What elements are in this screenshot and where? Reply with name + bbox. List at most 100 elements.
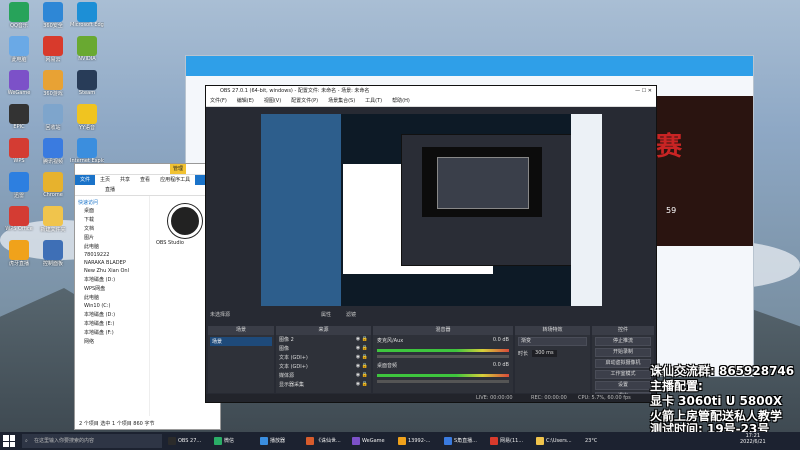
- source-item[interactable]: 显示器采集 ◉ 🔒: [276, 380, 371, 389]
- desktop-icon[interactable]: 虎牙直播: [2, 240, 36, 267]
- clock[interactable]: 17:21 2022/6/21: [740, 433, 766, 445]
- taskbar-app[interactable]: WeGame: [352, 432, 396, 450]
- explorer-tab[interactable]: 共享: [115, 175, 136, 185]
- control-button[interactable]: 开始录制: [595, 348, 651, 357]
- transition-select[interactable]: 渐变: [518, 337, 587, 346]
- visibility-lock-icons[interactable]: ◉ 🔒: [356, 354, 368, 361]
- nav-item[interactable]: WPS网盘: [78, 284, 146, 293]
- source-item[interactable]: 媒体源 ◉ 🔒: [276, 371, 371, 380]
- visibility-lock-icons[interactable]: ◉ 🔒: [356, 372, 368, 379]
- desktop-icon[interactable]: EPIC: [2, 104, 36, 130]
- nav-item[interactable]: 文档: [78, 224, 146, 233]
- mixer-desktop-slider[interactable]: [377, 380, 509, 383]
- explorer-tab[interactable]: 查看: [135, 175, 156, 185]
- obs-menu-item[interactable]: 编辑(E): [237, 98, 254, 104]
- taskbar-app[interactable]: 13992-...: [398, 432, 442, 450]
- explorer-tab[interactable]: 文件: [75, 175, 96, 185]
- desktop-icon[interactable]: Microsoft Edge: [70, 2, 104, 28]
- desktop-icon[interactable]: 迅雷: [2, 172, 36, 199]
- source-item[interactable]: 文本 (GDI+) ◉ 🔒: [276, 353, 371, 362]
- desktop-icon[interactable]: 此电脑: [2, 36, 36, 63]
- preview-qq: [571, 114, 602, 306]
- nav-item[interactable]: NARAKA BLADEP: [78, 259, 146, 267]
- desktop-icon[interactable]: Steam: [70, 70, 104, 96]
- visibility-lock-icons[interactable]: ◉ 🔒: [356, 381, 368, 388]
- taskbar: ⌕ 在这里输入你要搜索的内容 OBS 27... 微信 播放器 《诛仙世... WeGa…: [0, 432, 800, 450]
- obs-menu-item[interactable]: 文件(F): [210, 98, 227, 104]
- obs-menu-item[interactable]: 帮助(H): [392, 98, 410, 104]
- desktop-icon[interactable]: WPS: [2, 138, 36, 164]
- visibility-lock-icons[interactable]: ◉ 🔒: [356, 363, 368, 370]
- control-button[interactable]: 设置: [595, 381, 651, 390]
- duration-input[interactable]: 300 ms: [532, 350, 557, 357]
- start-button[interactable]: [3, 435, 15, 447]
- desktop-icon[interactable]: 360游戏: [36, 70, 70, 97]
- explorer-manage-tab[interactable]: 管理: [170, 164, 187, 174]
- taskbar-app[interactable]: 《诛仙世...: [306, 432, 350, 450]
- quick-access[interactable]: 快速访问: [78, 199, 146, 206]
- source-item[interactable]: 图像 2 ◉ 🔒: [276, 335, 371, 344]
- window-controls[interactable]: — ☐ ✕: [635, 86, 652, 96]
- desktop-icon-label: NVIDIA: [78, 56, 96, 62]
- taskbar-search[interactable]: ⌕ 在这里输入你要搜索的内容: [22, 434, 162, 448]
- explorer-tab[interactable]: 应用程序工具: [155, 175, 196, 185]
- desktop-icon[interactable]: WPS Office: [2, 206, 36, 232]
- nav-item[interactable]: 此电脑: [78, 242, 146, 251]
- taskbar-app[interactable]: S角直播...: [444, 432, 488, 450]
- control-button[interactable]: 工作室模式: [595, 370, 651, 379]
- nav-item[interactable]: 图片: [78, 233, 146, 242]
- source-item[interactable]: 文本 (GDI+) ◉ 🔒: [276, 362, 371, 371]
- nav-item[interactable]: 此电脑: [78, 293, 146, 302]
- obs-menu-item[interactable]: 场景集合(S): [328, 98, 355, 104]
- taskbar-app[interactable]: 网易(11...: [490, 432, 534, 450]
- obs-menu-item[interactable]: 工具(T): [365, 98, 382, 104]
- taskbar-app-label: 13992-...: [408, 438, 431, 444]
- nav-item[interactable]: 78019222: [78, 251, 146, 259]
- desktop-icon[interactable]: 网易云: [36, 36, 70, 63]
- desktop-icon[interactable]: Internet Explorer: [70, 138, 104, 164]
- explorer-tab[interactable]: 主页: [95, 175, 116, 185]
- desktop-icon[interactable]: 回收站: [36, 104, 70, 131]
- file-explorer-window[interactable]: 管理 文件 主页 共享 查看 应用程序工具 直播 快速访问 桌面 下载 文档 图片 此电脑 780…: [74, 163, 221, 430]
- desktop-icon-label: 360安全: [43, 23, 63, 29]
- desktop-icon[interactable]: 腾讯视频: [36, 138, 70, 165]
- control-button[interactable]: 停止推流: [595, 337, 651, 346]
- visibility-lock-icons[interactable]: ◉ 🔒: [356, 345, 368, 352]
- obs-preview[interactable]: [261, 114, 602, 306]
- nav-item[interactable]: 桌面: [78, 206, 146, 215]
- obs-file-icon[interactable]: [168, 204, 202, 238]
- desktop-icon[interactable]: NVIDIA: [70, 36, 104, 62]
- desktop-icon[interactable]: YY语音: [70, 104, 104, 131]
- obs-properties-button[interactable]: 属性: [321, 311, 331, 318]
- visibility-lock-icons[interactable]: ◉ 🔒: [356, 336, 368, 343]
- obs-menu-item[interactable]: 视图(V): [264, 98, 281, 104]
- nav-item[interactable]: 本地磁盘 (D:): [78, 275, 146, 284]
- app-icon: [9, 138, 29, 158]
- mixer-mic-slider[interactable]: [377, 355, 509, 358]
- desktop-icon[interactable]: Chrome: [36, 172, 70, 198]
- explorer-address-bar[interactable]: 直播: [75, 185, 220, 196]
- obs-window[interactable]: OBS 27.0.1 (64-bit, windows) - 配置文件: 未命名…: [205, 85, 657, 403]
- nav-item[interactable]: 本地磁盘 (E:): [78, 319, 146, 328]
- nav-item[interactable]: New Zhu Xian Onl: [78, 267, 146, 275]
- taskbar-app[interactable]: C:\Users...: [536, 432, 580, 450]
- nav-item[interactable]: 本地磁盘 (D:): [78, 310, 146, 319]
- obs-filters-button[interactable]: 滤镜: [346, 311, 356, 318]
- weather-temp[interactable]: 23°C: [585, 432, 597, 450]
- taskbar-app[interactable]: 播放器: [260, 432, 304, 450]
- scene-item[interactable]: 场景: [210, 337, 272, 346]
- desktop-icon[interactable]: 新建文件夹: [36, 206, 70, 233]
- desktop-icon[interactable]: WeGame: [2, 70, 36, 96]
- nav-item[interactable]: 下载: [78, 215, 146, 224]
- desktop-icon[interactable]: 控制面板: [36, 240, 70, 267]
- taskbar-app[interactable]: OBS 27...: [168, 432, 212, 450]
- desktop-icon[interactable]: 360安全: [36, 2, 70, 29]
- obs-menu-item[interactable]: 配置文件(P): [291, 98, 318, 104]
- nav-item[interactable]: 网络: [78, 337, 146, 346]
- taskbar-app[interactable]: 微信: [214, 432, 258, 450]
- nav-item[interactable]: Win10 (C:): [78, 302, 146, 310]
- nav-item[interactable]: 本地磁盘 (F:): [78, 328, 146, 337]
- desktop-icon[interactable]: QQ音乐: [2, 2, 36, 29]
- control-button[interactable]: 启动虚拟摄像机: [595, 359, 651, 368]
- source-item[interactable]: 图像 ◉ 🔒: [276, 344, 371, 353]
